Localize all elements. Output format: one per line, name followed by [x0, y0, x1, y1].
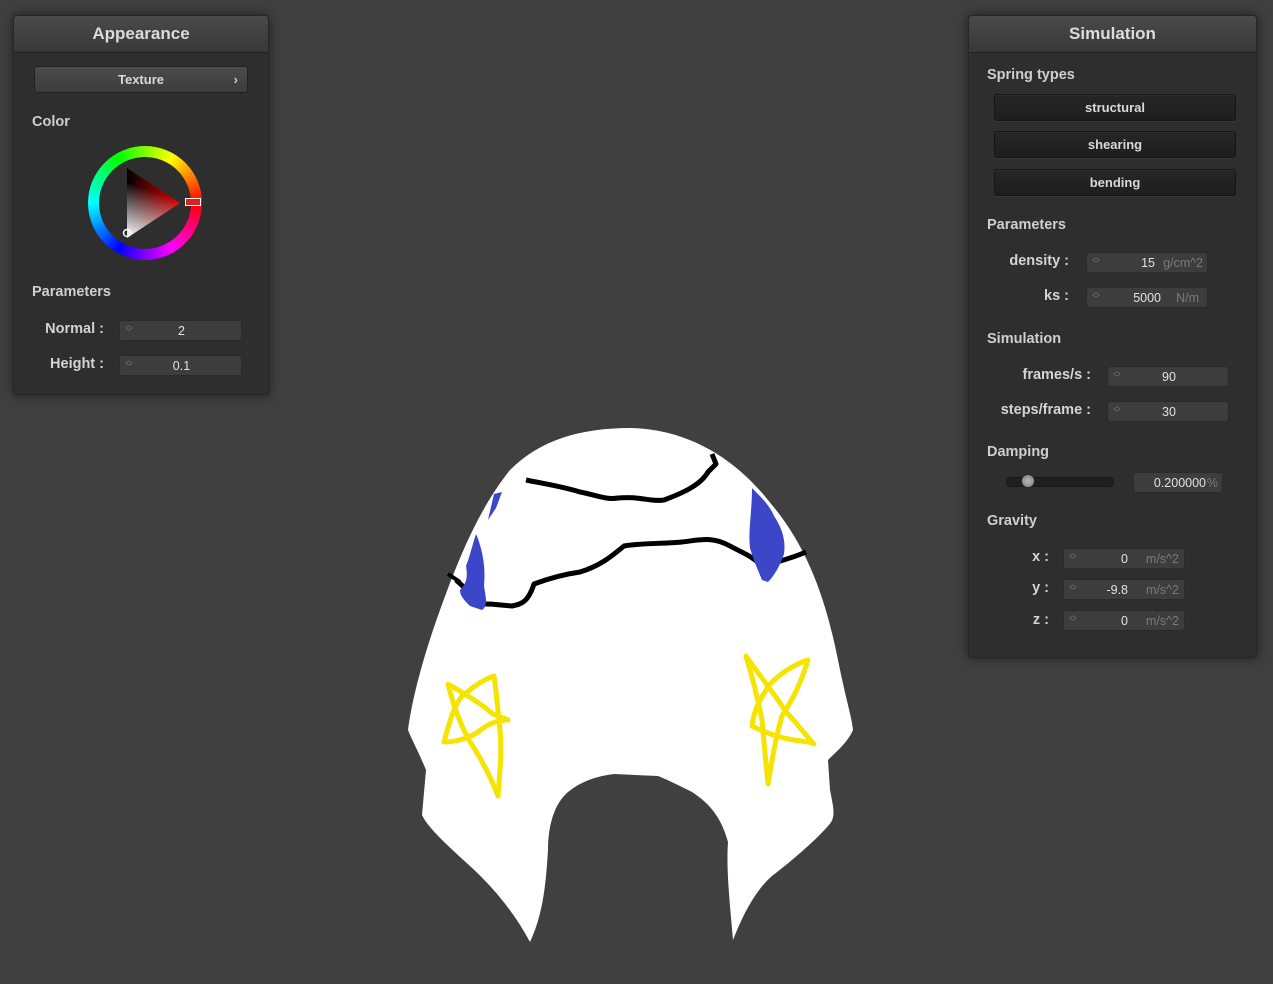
color-wheel[interactable]: [88, 146, 202, 260]
damping-slider-handle[interactable]: [1020, 474, 1035, 488]
density-input[interactable]: ︿ ﹀ 15 g/cm^2: [1086, 252, 1208, 273]
steps-label: steps/frame :: [1000, 402, 1091, 418]
parameters-label: Parameters: [32, 284, 111, 300]
density-label: density :: [1009, 253, 1069, 269]
ks-label: ks :: [1044, 288, 1069, 304]
texture-button-label: Texture: [118, 72, 164, 87]
spinner-icon[interactable]: ︿ ﹀: [1068, 612, 1078, 629]
bending-button-label: bending: [1089, 175, 1141, 190]
gravity-y-value: -9.8: [1106, 583, 1128, 597]
spinner-icon[interactable]: ︿ ﹀: [1068, 550, 1078, 567]
shearing-button-label: shearing: [1087, 137, 1143, 152]
height-value: 0.1: [172, 359, 191, 373]
steps-input[interactable]: ︿ ﹀ 30: [1107, 401, 1229, 422]
damping-input[interactable]: 0.200000 %: [1133, 472, 1223, 493]
gravity-z-value: 0: [1121, 614, 1128, 628]
spinner-icon[interactable]: ︿ ﹀: [1091, 254, 1101, 271]
normal-label: Normal :: [45, 321, 104, 337]
simulation-panel: Simulation Spring types structural shear…: [968, 15, 1257, 658]
damping-unit: %: [1206, 476, 1218, 490]
gravity-z-input[interactable]: ︿ ﹀ 0 m/s^2: [1063, 610, 1185, 631]
gravity-z-label: z :: [1032, 612, 1049, 628]
gravity-z-unit: m/s^2: [1146, 614, 1179, 628]
normal-value: 2: [178, 324, 185, 338]
spinner-icon[interactable]: ︿ ﹀: [1091, 289, 1101, 306]
ks-input[interactable]: ︿ ﹀ 5000 N/m: [1086, 287, 1208, 308]
gravity-y-input[interactable]: ︿ ﹀ -9.8 m/s^2: [1063, 579, 1185, 600]
hue-marker[interactable]: [185, 198, 201, 206]
gravity-x-input[interactable]: ︿ ﹀ 0 m/s^2: [1063, 548, 1185, 569]
shearing-button[interactable]: shearing: [994, 131, 1236, 158]
texture-button[interactable]: Texture ›: [34, 66, 248, 93]
chevron-right-icon: ›: [233, 72, 238, 87]
gravity-x-value: 0: [1121, 552, 1128, 566]
ks-value: 5000: [1133, 291, 1161, 305]
gravity-label: Gravity: [987, 513, 1037, 529]
damping-label: Damping: [987, 444, 1050, 460]
gravity-y-label: y :: [1032, 580, 1049, 596]
bending-button[interactable]: bending: [994, 169, 1236, 196]
spinner-icon[interactable]: ︿ ﹀: [1068, 581, 1078, 598]
height-input[interactable]: ︿ ﹀ 0.1: [119, 355, 242, 376]
panel-title: Appearance: [14, 16, 268, 53]
height-label: Height :: [50, 356, 104, 372]
density-unit: g/cm^2: [1163, 256, 1203, 270]
ks-unit: N/m: [1176, 291, 1199, 305]
gravity-x-unit: m/s^2: [1146, 552, 1179, 566]
damping-value: 0.200000: [1153, 476, 1206, 490]
simulation-label: Simulation: [987, 331, 1062, 347]
color-label: Color: [32, 114, 70, 130]
fps-value: 90: [1162, 370, 1176, 384]
gravity-y-unit: m/s^2: [1146, 583, 1179, 597]
gravity-x-label: x :: [1032, 549, 1049, 565]
parameters-label: Parameters: [987, 217, 1066, 233]
density-value: 15: [1141, 256, 1155, 270]
structural-button-label: structural: [1085, 100, 1145, 115]
steps-value: 30: [1162, 405, 1176, 419]
fps-input[interactable]: ︿ ﹀ 90: [1107, 366, 1229, 387]
panel-title: Simulation: [969, 16, 1256, 53]
normal-input[interactable]: ︿ ﹀ 2: [119, 320, 242, 341]
structural-button[interactable]: structural: [994, 94, 1236, 121]
appearance-panel: Appearance Texture › Color Parameters No…: [13, 15, 269, 395]
spring-types-label: Spring types: [987, 67, 1075, 83]
fps-label: frames/s :: [1022, 367, 1091, 383]
